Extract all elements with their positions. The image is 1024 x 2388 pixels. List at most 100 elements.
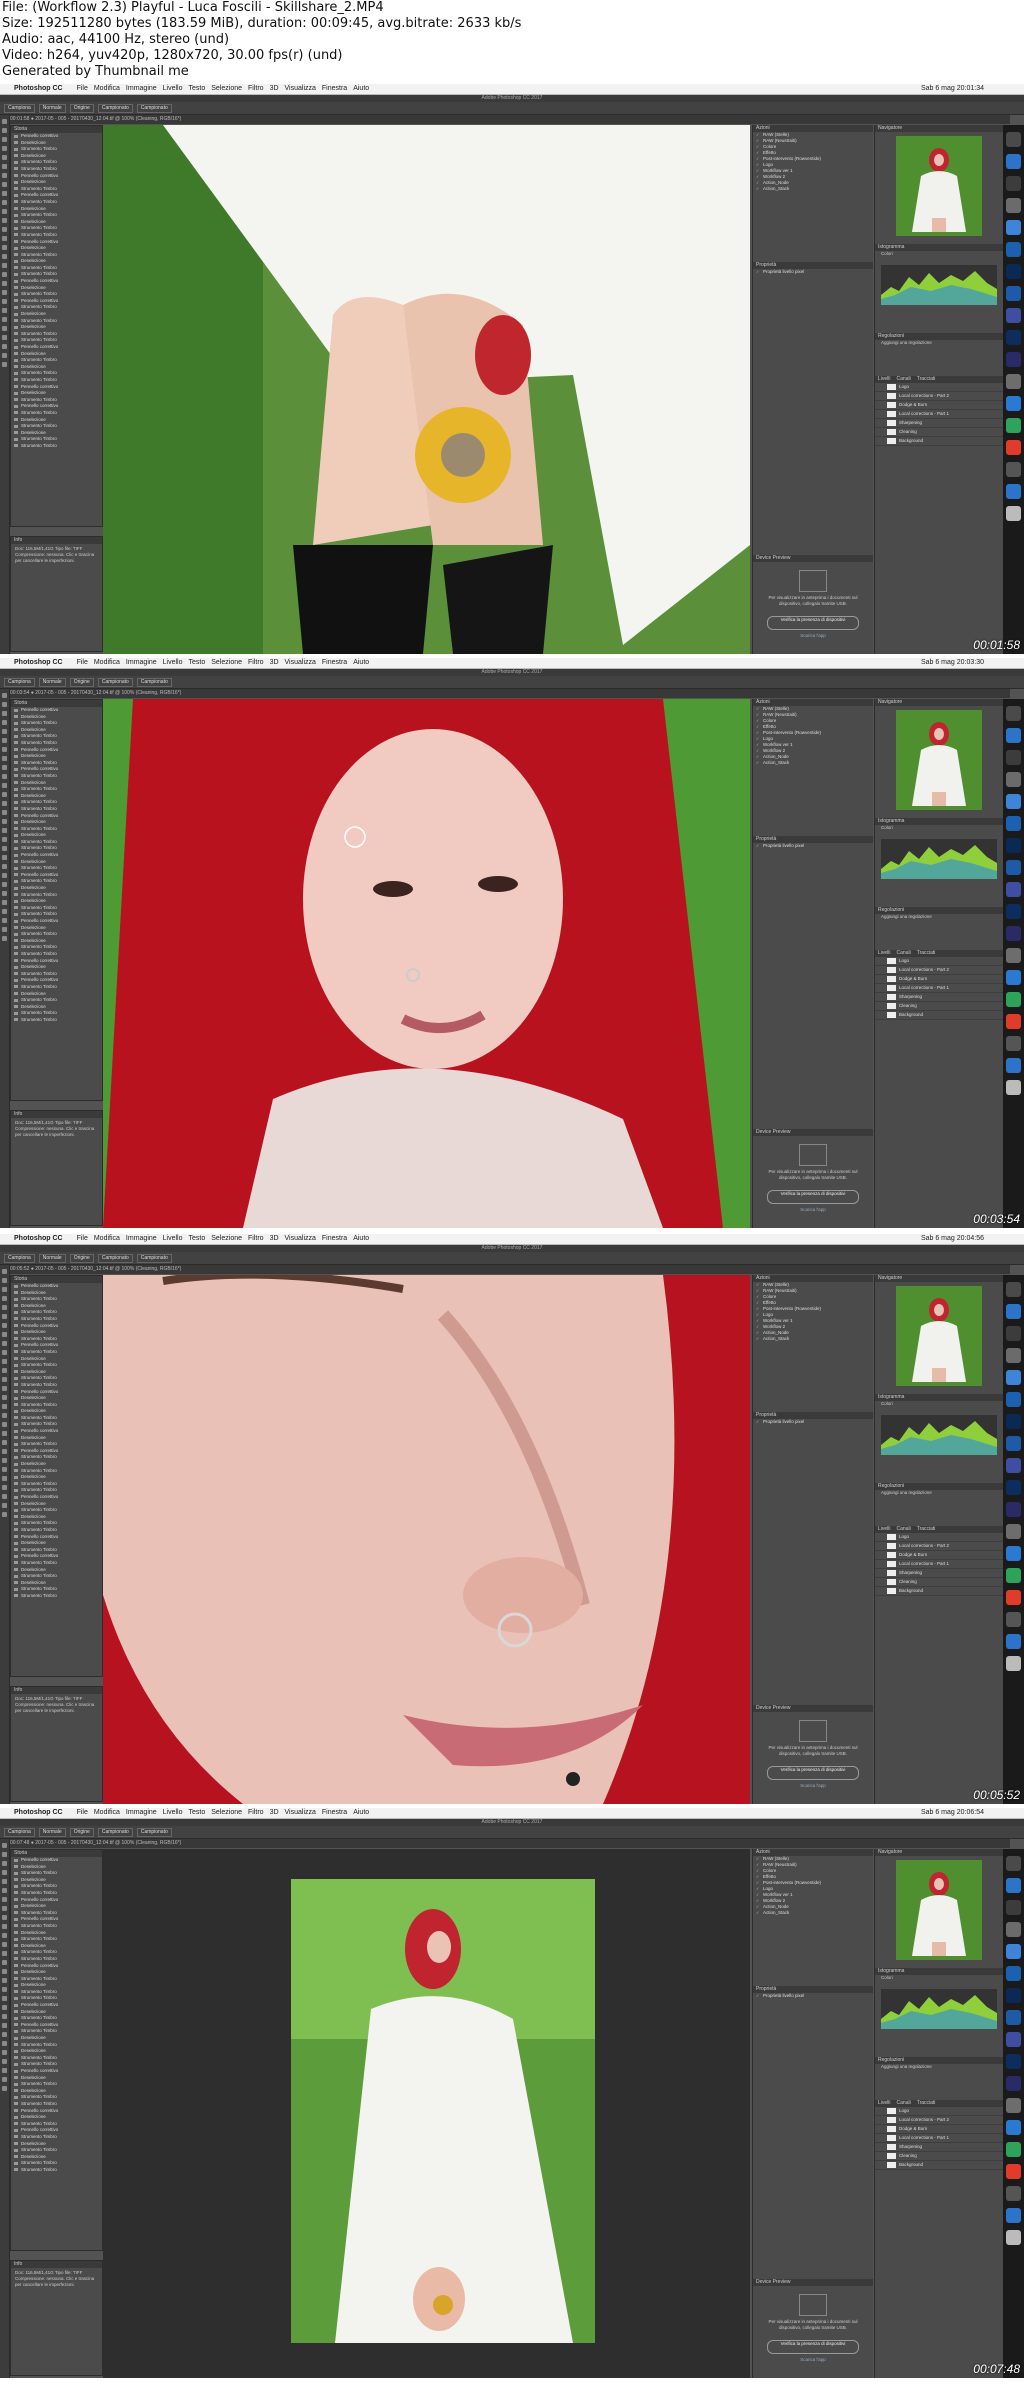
menu-app-name[interactable]: Photoshop CC xyxy=(14,85,63,92)
dock-app-icon[interactable] xyxy=(1006,1988,1021,2003)
menu-item[interactable]: Aiuto xyxy=(353,659,369,666)
dock-app-icon[interactable] xyxy=(1006,396,1021,411)
history-item[interactable]: Deselezione xyxy=(11,430,102,437)
history-item[interactable]: Strumento Timbro xyxy=(11,166,102,173)
history-item[interactable]: Strumento Timbro xyxy=(11,410,102,417)
history-item[interactable]: Pennello correttivo xyxy=(11,278,102,285)
history-item[interactable]: Strumento Timbro xyxy=(11,1017,102,1024)
tool-icon[interactable] xyxy=(2,146,7,151)
layer-row[interactable]: Local corrections - Part 1 xyxy=(875,410,1003,419)
menu-item[interactable]: Testo xyxy=(189,85,206,92)
menu-item[interactable]: Filtro xyxy=(248,85,264,92)
history-item[interactable]: Strumento Timbro xyxy=(11,773,102,780)
actions-panel-title[interactable]: Azioni xyxy=(753,125,873,132)
tool-icon[interactable] xyxy=(2,1888,7,1893)
history-item[interactable]: Strumento Timbro xyxy=(11,1421,102,1428)
tool-icon[interactable] xyxy=(2,2041,7,2046)
dock-app-icon[interactable] xyxy=(1006,1326,1021,1341)
action-item[interactable]: Action_Stack xyxy=(753,1336,873,1342)
history-item[interactable]: Strumento Timbro xyxy=(11,845,102,852)
history-item[interactable]: Strumento Timbro xyxy=(11,1593,102,1600)
history-item[interactable]: Deselezione xyxy=(11,140,102,147)
dock-app-icon[interactable] xyxy=(1006,1014,1021,1029)
history-item[interactable]: Pennello correttivo xyxy=(11,1494,102,1501)
tool-icon[interactable] xyxy=(2,164,7,169)
menu-item[interactable]: Aiuto xyxy=(353,85,369,92)
tool-icon[interactable] xyxy=(2,1422,7,1427)
dock-app-icon[interactable] xyxy=(1006,2054,1021,2069)
tool-icon[interactable] xyxy=(2,119,7,124)
history-item[interactable]: Strumento Timbro xyxy=(11,1316,102,1323)
history-item[interactable]: Deselezione xyxy=(11,324,102,331)
layer-row[interactable]: Background xyxy=(875,2161,1003,2170)
history-item[interactable]: Strumento Timbro xyxy=(11,944,102,951)
dock-app-icon[interactable] xyxy=(1006,2230,1021,2245)
histogram-title[interactable]: Istogramma xyxy=(875,244,1003,251)
dock-app-icon[interactable] xyxy=(1006,772,1021,787)
tool-icon[interactable] xyxy=(2,1978,7,1983)
history-item[interactable]: Deselezione xyxy=(11,1356,102,1363)
tool-icon[interactable] xyxy=(2,1386,7,1391)
history-item[interactable]: Deselezione xyxy=(11,1290,102,1297)
dock-app-icon[interactable] xyxy=(1006,1080,1021,1095)
menu-item[interactable]: Modifica xyxy=(94,85,120,92)
tool-icon[interactable] xyxy=(2,1503,7,1508)
info-panel-title[interactable]: Info xyxy=(11,537,102,544)
tool-icon[interactable] xyxy=(2,335,7,340)
dock-app-icon[interactable] xyxy=(1006,506,1021,521)
tool-icon[interactable] xyxy=(2,864,7,869)
option-button[interactable]: Campiona xyxy=(4,678,35,687)
history-item[interactable]: Strumento Timbro xyxy=(11,1507,102,1514)
history-item[interactable]: Strumento Timbro xyxy=(11,159,102,166)
layer-row[interactable]: Local corrections - Part 2 xyxy=(875,1542,1003,1551)
history-item[interactable]: Strumento Timbro xyxy=(11,2061,102,2068)
history-item[interactable]: Strumento Timbro xyxy=(11,971,102,978)
history-item[interactable]: Pennello correttivo xyxy=(11,1283,102,1290)
dock-app-icon[interactable] xyxy=(1006,750,1021,765)
layer-row[interactable]: Cleaning xyxy=(875,428,1003,437)
dock-app-icon[interactable] xyxy=(1006,1282,1021,1297)
layers-tab[interactable]: Livelli xyxy=(878,376,891,382)
history-item[interactable]: Strumento Timbro xyxy=(11,733,102,740)
dock-app-icon[interactable] xyxy=(1006,1502,1021,1517)
dock-app-icon[interactable] xyxy=(1006,1944,1021,1959)
dock-app-icon[interactable] xyxy=(1006,728,1021,743)
menu-item[interactable]: Filtro xyxy=(248,1809,264,1816)
layer-row[interactable]: Sharpening xyxy=(875,1569,1003,1578)
history-item[interactable]: Strumento Timbro xyxy=(11,1547,102,1554)
layers-tab[interactable]: Canali xyxy=(897,950,911,956)
history-item[interactable]: Deselezione xyxy=(11,2154,102,2161)
dock-app-icon[interactable] xyxy=(1006,330,1021,345)
history-item[interactable]: Strumento Timbro xyxy=(11,357,102,364)
history-item[interactable]: Strumento Timbro xyxy=(11,2081,102,2088)
history-item[interactable]: Pennello correttivo xyxy=(11,1553,102,1560)
tool-icon[interactable] xyxy=(2,2086,7,2091)
tool-icon[interactable] xyxy=(2,882,7,887)
history-item[interactable]: Strumento Timbro xyxy=(11,2042,102,2049)
adjustments-title[interactable]: Regolazioni xyxy=(875,2057,1003,2064)
tool-icon[interactable] xyxy=(2,2077,7,2082)
option-button[interactable]: Campionato xyxy=(97,104,133,113)
tool-icon[interactable] xyxy=(2,227,7,232)
menu-item[interactable]: 3D xyxy=(270,659,279,666)
history-item[interactable]: Strumento Timbro xyxy=(11,786,102,793)
history-item[interactable]: Pennello correttivo xyxy=(11,133,102,140)
tool-icon[interactable] xyxy=(2,900,7,905)
menu-item[interactable]: Livello xyxy=(163,1809,183,1816)
histogram-channel[interactable]: Colori xyxy=(875,1401,1003,1407)
history-item[interactable]: Pennello correttivo xyxy=(11,2108,102,2115)
option-button[interactable]: Campiona xyxy=(4,104,35,113)
tool-icon[interactable] xyxy=(2,2023,7,2028)
tool-icon[interactable] xyxy=(2,891,7,896)
history-item[interactable]: Deselezione xyxy=(11,832,102,839)
history-item[interactable]: Deselezione xyxy=(11,859,102,866)
tool-icon[interactable] xyxy=(2,290,7,295)
tool-icon[interactable] xyxy=(2,1879,7,1884)
option-button[interactable]: Campionato xyxy=(136,1254,172,1263)
history-item[interactable]: Deselezione xyxy=(11,1395,102,1402)
tool-icon[interactable] xyxy=(2,1485,7,1490)
history-item[interactable]: Deselezione xyxy=(11,1982,102,1989)
info-panel-title[interactable]: Info xyxy=(11,2261,102,2268)
menu-item[interactable]: 3D xyxy=(270,85,279,92)
history-item[interactable]: Deselezione xyxy=(11,390,102,397)
